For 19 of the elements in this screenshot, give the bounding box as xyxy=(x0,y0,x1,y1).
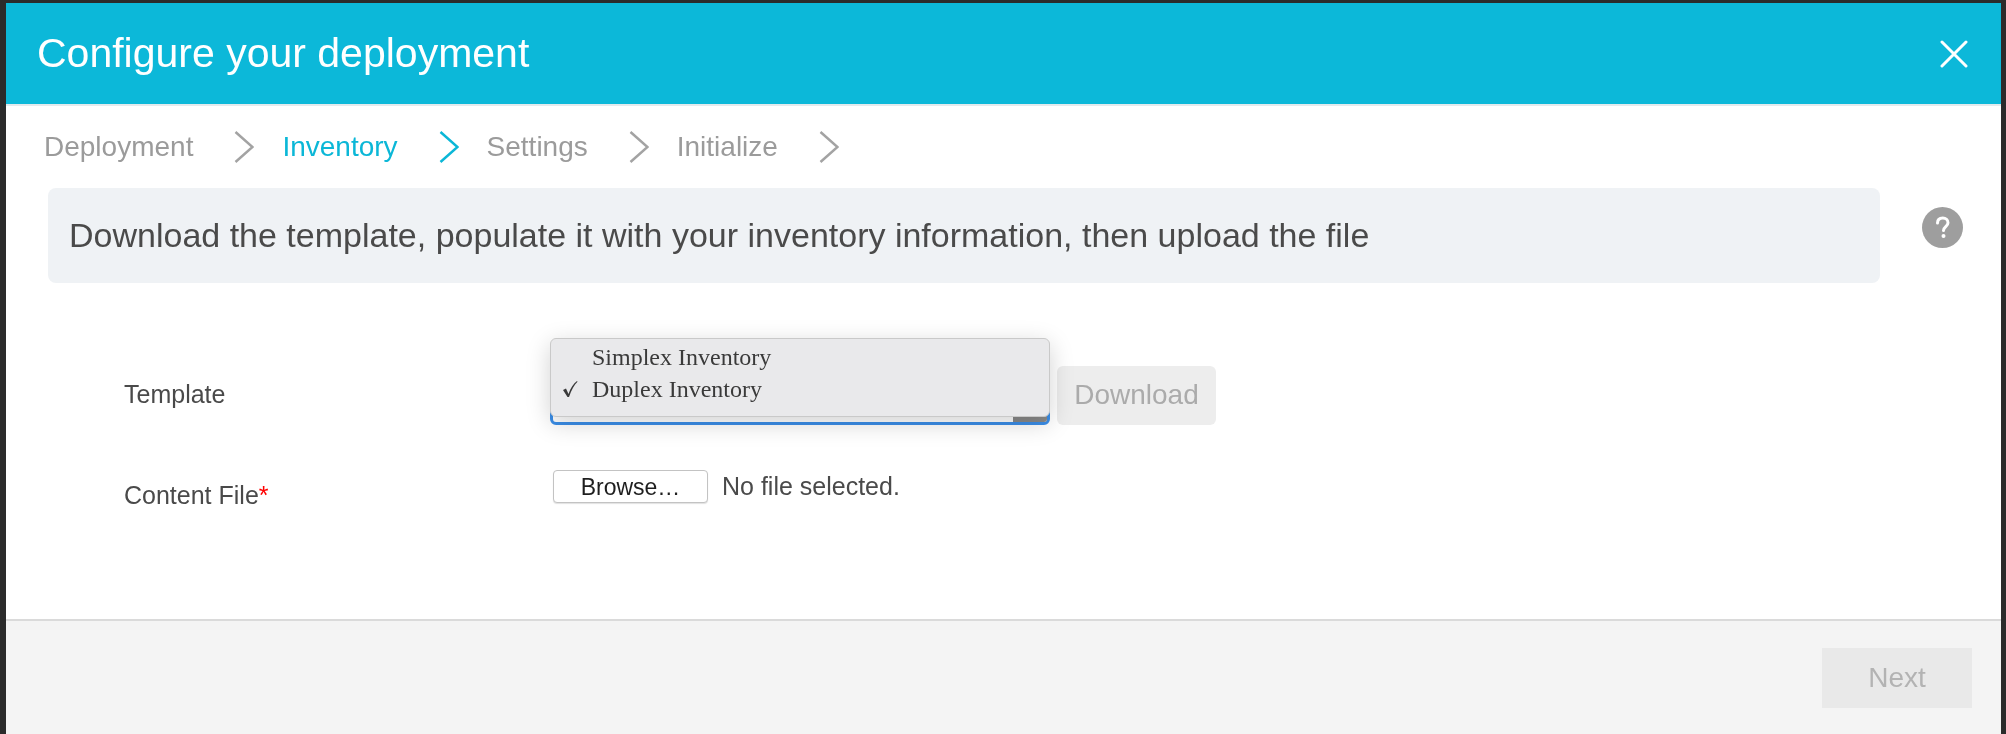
info-banner: Download the template, populate it with your inventory information, then upload the file xyxy=(48,188,1880,283)
file-status-text: No file selected. xyxy=(722,471,900,502)
step-link[interactable]: Initialize xyxy=(676,126,778,168)
field-label: Content File* xyxy=(124,480,270,509)
chevron-right-icon xyxy=(628,131,649,163)
step-link[interactable]: Settings xyxy=(486,126,588,168)
step-link[interactable]: Deployment xyxy=(44,126,194,168)
step-link[interactable]: Inventory xyxy=(282,126,398,168)
dropdown-option[interactable]: Simplex Inventory xyxy=(551,341,1049,373)
chevron-right-icon xyxy=(818,131,839,163)
dialog-title: Configure your deployment xyxy=(37,33,530,74)
help-icon[interactable] xyxy=(1922,207,1963,248)
close-button[interactable] xyxy=(1940,39,1968,68)
chevron-right-icon xyxy=(234,131,255,163)
dropdown-option[interactable]: Duplex Inventory xyxy=(551,373,1049,405)
chevron-right-icon xyxy=(438,131,459,163)
browse-button[interactable]: Browse… xyxy=(553,470,708,504)
field-label: Template xyxy=(124,379,227,411)
close-icon xyxy=(1940,39,1968,68)
